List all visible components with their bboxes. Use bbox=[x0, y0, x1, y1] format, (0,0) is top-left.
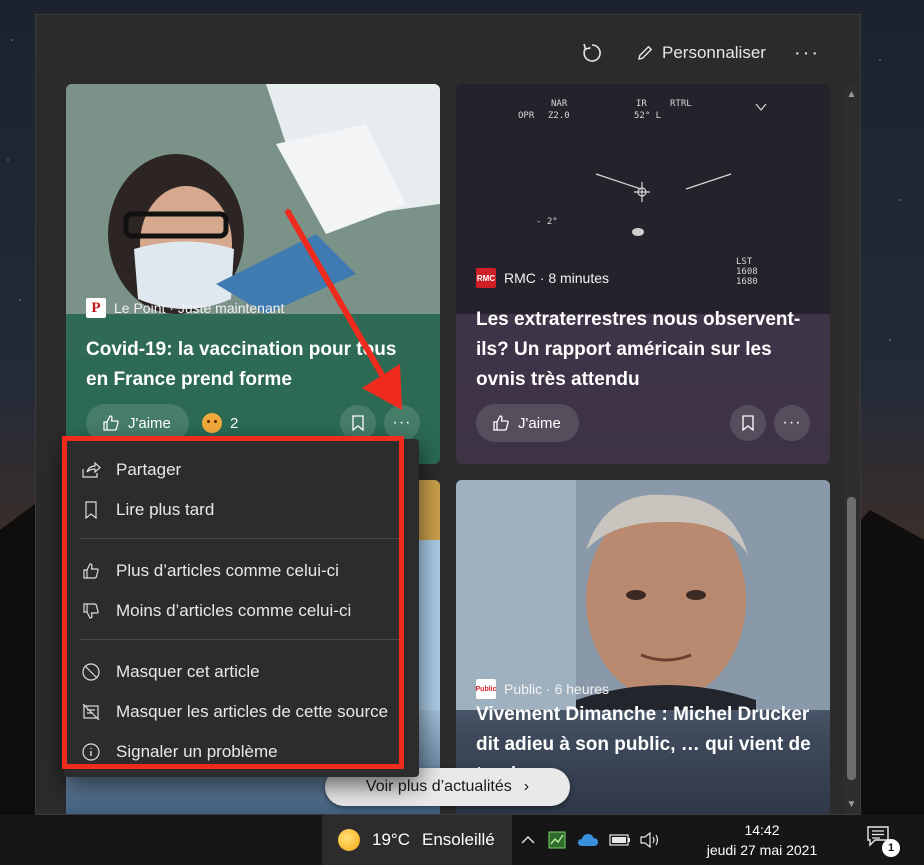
bookmark-icon bbox=[742, 415, 754, 431]
bookmark-button[interactable] bbox=[730, 405, 766, 441]
menu-item-label: Partager bbox=[116, 460, 182, 479]
refresh-button[interactable] bbox=[574, 37, 610, 69]
menu-item-read-later[interactable]: Lire plus tard bbox=[64, 490, 419, 530]
menu-separator bbox=[80, 538, 399, 539]
battery-icon[interactable] bbox=[608, 829, 632, 851]
card-source: P Le Point · Juste maintenant bbox=[86, 298, 284, 318]
svg-text:- 2°: - 2° bbox=[536, 217, 558, 227]
like-label: J'aime bbox=[518, 414, 561, 432]
scrollbar[interactable]: ▲ ▼ bbox=[843, 85, 860, 814]
menu-item-fewer-like-this[interactable]: Moins d’articles comme celui-ci bbox=[64, 591, 419, 631]
clock-date: jeudi 27 mai 2021 bbox=[706, 842, 818, 858]
bookmark-button[interactable] bbox=[340, 405, 376, 441]
news-card-drucker[interactable]: Public Public · 6 heures Vivement Dimanc… bbox=[456, 480, 830, 814]
menu-item-label: Masquer les articles de cette source bbox=[116, 702, 389, 721]
notification-center-button[interactable]: 1 bbox=[866, 825, 902, 857]
scroll-down-arrow[interactable]: ▼ bbox=[846, 799, 857, 810]
card-context-menu: Partager Lire plus tard Plus d’articles … bbox=[64, 439, 419, 777]
personalize-label: Personnaliser bbox=[662, 43, 766, 62]
like-button[interactable]: J'aime bbox=[86, 404, 189, 442]
share-icon bbox=[80, 459, 102, 481]
card-title[interactable]: Covid-19: la vaccination pour tous en Fr… bbox=[86, 335, 422, 395]
card-more-button[interactable]: ··· bbox=[774, 405, 810, 441]
like-label: J'aime bbox=[128, 414, 171, 432]
clock-time: 14:42 bbox=[744, 822, 780, 838]
svg-text:52° L: 52° L bbox=[634, 111, 661, 121]
news-card-ovnis[interactable]: NAR Z2.0 OPR IR 52° L RTRL - 2° LST 1608 1680 … bbox=[456, 84, 830, 464]
svg-text:Z2.0: Z2.0 bbox=[548, 111, 570, 121]
card-source: Public Public · 6 heures bbox=[476, 679, 609, 699]
thumbs-up-icon bbox=[103, 415, 119, 431]
panel-header: Personnaliser ··· bbox=[36, 15, 860, 85]
news-card-vaccination[interactable]: P Le Point · Juste maintenant Covid-19: … bbox=[66, 84, 440, 464]
svg-text:OPR: OPR bbox=[518, 111, 535, 121]
taskbar: 19°C Ensoleillé 14:42 jeudi 27 mai 2021 … bbox=[0, 815, 924, 865]
chevron-right-icon: › bbox=[523, 778, 530, 795]
hide-source-icon bbox=[80, 701, 102, 723]
reaction-summary[interactable]: 2 bbox=[202, 404, 238, 442]
scroll-thumb[interactable] bbox=[847, 497, 856, 780]
menu-item-label: Lire plus tard bbox=[116, 500, 215, 519]
menu-item-label: Moins d’articles comme celui-ci bbox=[116, 601, 352, 620]
scroll-up-arrow[interactable]: ▲ bbox=[846, 89, 857, 100]
info-icon bbox=[80, 741, 102, 763]
bookmark-icon bbox=[80, 499, 102, 521]
card-image-portrait bbox=[456, 480, 830, 710]
notification-badge: 1 bbox=[882, 839, 900, 857]
chevron-up-icon[interactable] bbox=[520, 829, 536, 851]
svg-text:IR: IR bbox=[636, 99, 647, 109]
more-icon: ··· bbox=[782, 414, 802, 431]
angry-emoji-icon bbox=[202, 413, 222, 433]
menu-item-label: Plus d’articles comme celui-ci bbox=[116, 561, 339, 580]
more-icon: ··· bbox=[794, 41, 820, 64]
menu-item-hide-article[interactable]: Masquer cet article bbox=[64, 652, 419, 692]
card-actions: J'aime 2 ··· bbox=[86, 404, 422, 442]
menu-separator bbox=[80, 639, 399, 640]
weather-condition: Ensoleillé bbox=[421, 830, 495, 849]
menu-item-hide-source[interactable]: Masquer les articles de cette source bbox=[64, 692, 419, 732]
menu-item-more-like-this[interactable]: Plus d’articles comme celui-ci bbox=[64, 551, 419, 591]
card-title[interactable]: Les extraterrestres nous observent-ils? … bbox=[476, 305, 812, 395]
menu-item-share[interactable]: Partager bbox=[64, 450, 419, 490]
svg-text:RTRL: RTRL bbox=[670, 99, 692, 109]
see-more-label: Voir plus d’actualités bbox=[365, 778, 512, 795]
personalize-button[interactable]: Personnaliser bbox=[636, 37, 766, 69]
card-actions: J'aime ··· bbox=[476, 404, 812, 442]
card-more-button[interactable]: ··· bbox=[384, 405, 420, 441]
menu-item-report-problem[interactable]: Signaler un problème bbox=[64, 732, 419, 772]
card-image-nurse bbox=[66, 84, 440, 314]
svg-text:NAR: NAR bbox=[551, 99, 568, 109]
card-source: RMC RMC · 8 minutes bbox=[476, 268, 609, 288]
weather-temp: 19°C bbox=[372, 830, 410, 849]
bookmark-icon bbox=[352, 415, 364, 431]
menu-item-label: Signaler un problème bbox=[116, 742, 278, 761]
menu-item-label: Masquer cet article bbox=[116, 662, 260, 681]
app-tray-icon[interactable] bbox=[546, 829, 568, 851]
taskbar-clock[interactable]: 14:42 jeudi 27 mai 2021 bbox=[692, 820, 832, 860]
block-icon bbox=[80, 661, 102, 683]
sun-icon bbox=[338, 829, 360, 851]
refresh-icon bbox=[583, 43, 601, 62]
svg-text:1608: 1608 bbox=[736, 267, 758, 277]
pencil-icon bbox=[638, 45, 653, 60]
rmc-logo: RMC bbox=[476, 268, 496, 288]
card-source-label: Le Point · Juste maintenant bbox=[114, 300, 285, 316]
svg-text:1680: 1680 bbox=[736, 277, 758, 287]
thumbs-down-icon bbox=[80, 600, 102, 622]
onedrive-icon[interactable] bbox=[576, 829, 600, 851]
header-more-button[interactable]: ··· bbox=[789, 37, 825, 69]
lepoint-logo: P bbox=[86, 298, 106, 318]
volume-icon[interactable] bbox=[638, 829, 662, 851]
svg-text:LST: LST bbox=[736, 257, 753, 267]
card-source-label: RMC · 8 minutes bbox=[504, 270, 610, 286]
public-logo: Public bbox=[476, 679, 497, 699]
like-button[interactable]: J'aime bbox=[476, 404, 579, 442]
card-source-label: Public · 6 heures bbox=[504, 681, 610, 697]
weather-button[interactable]: 19°C Ensoleillé bbox=[322, 815, 512, 865]
thumbs-up-icon bbox=[80, 560, 102, 582]
thumbs-up-icon bbox=[493, 415, 509, 431]
reaction-count: 2 bbox=[230, 414, 239, 432]
more-icon: ··· bbox=[392, 414, 412, 431]
